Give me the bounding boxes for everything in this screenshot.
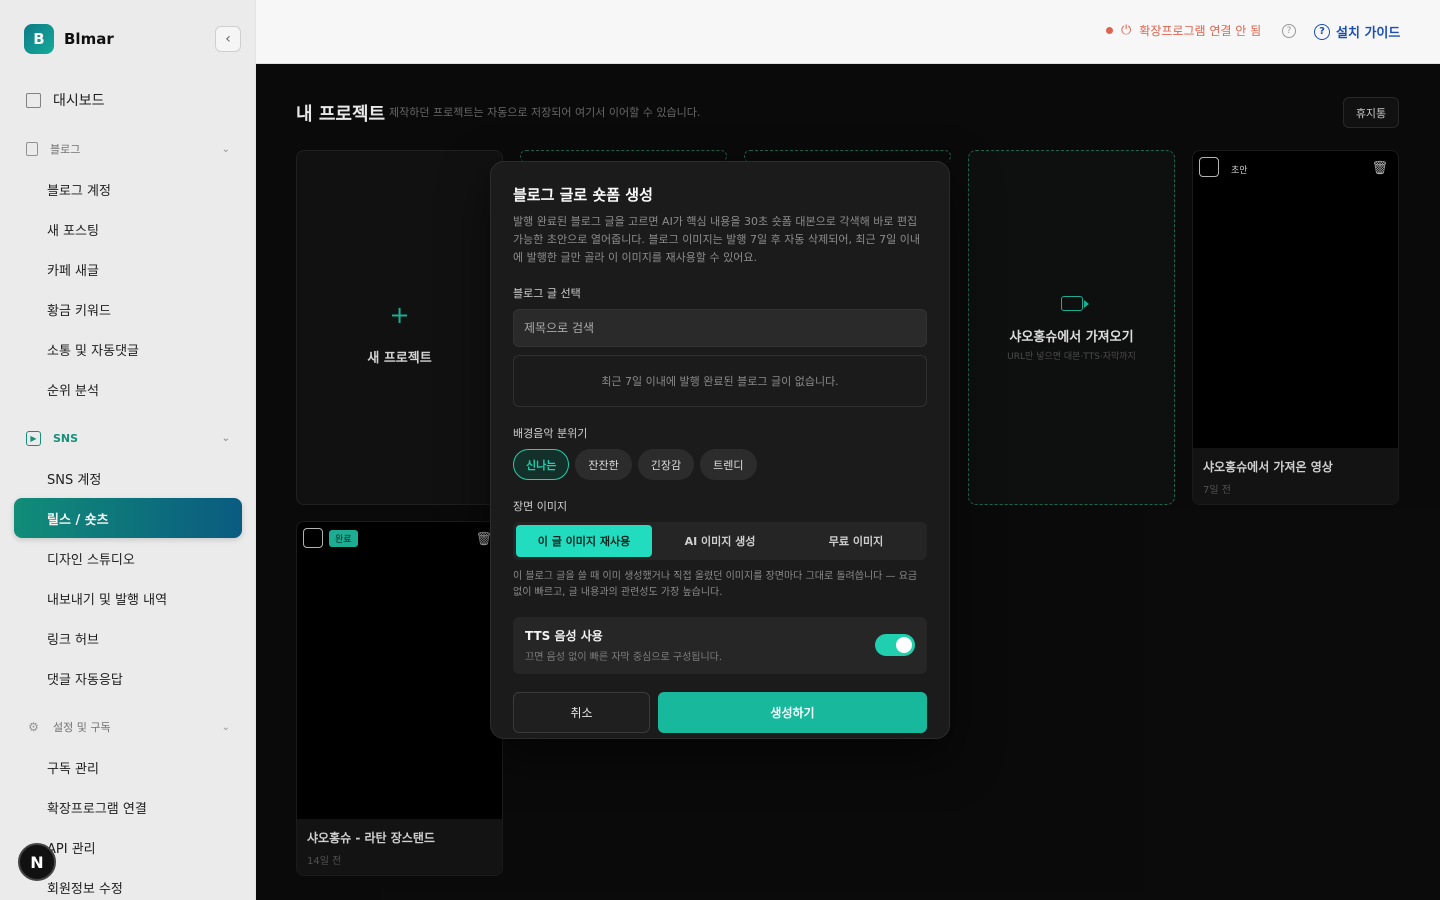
help-icon[interactable]: ?	[1282, 24, 1296, 38]
sidebar: B Blmar ‹ 대시보드 블로그 ⌄ 블로그 계정 새 포스팅 카페 새글 …	[0, 0, 256, 900]
scene-option-free[interactable]: 무료 이미지	[788, 525, 924, 557]
create-button[interactable]: 생성하기	[658, 692, 927, 733]
extension-status[interactable]: ⏻ 확장프로그램 연결 안 됨	[1106, 22, 1261, 39]
plug-icon: ⏻	[1121, 23, 1132, 38]
floating-n-badge[interactable]: N	[18, 843, 56, 881]
post-select-label: 블로그 글 선택	[513, 287, 581, 300]
mood-chip-tension[interactable]: 긴장감	[637, 449, 695, 480]
sidebar-dim-overlay	[0, 0, 255, 900]
modal-actions: 취소 생성하기	[513, 692, 927, 733]
mood-chip-trendy[interactable]: 트렌디	[700, 449, 757, 480]
tts-toggle[interactable]	[875, 634, 915, 656]
scene-option-description: 이 블로그 글을 쓸 때 이미 생성했거나 직접 올렸던 이미지를 장면마다 그…	[513, 571, 918, 598]
modal-title: 블로그 글로 숏폼 생성	[513, 186, 653, 204]
scene-image-label: 장면 이미지	[513, 500, 568, 513]
scene-option-ai[interactable]: AI 이미지 생성	[652, 525, 788, 557]
install-guide-button[interactable]: ? 설치 가이드	[1314, 22, 1400, 41]
mood-chip-group: 신나는 잔잔한 긴장감 트렌디	[513, 449, 927, 480]
question-icon: ?	[1314, 23, 1330, 40]
cancel-button[interactable]: 취소	[513, 692, 650, 733]
scene-image-segmented-control: 이 글 이미지 재사용 AI 이미지 생성 무료 이미지	[513, 522, 927, 560]
mood-chip-calm[interactable]: 잔잔한	[575, 449, 632, 480]
blog-to-shortform-modal: 블로그 글로 숏폼 생성 발행 완료된 블로그 글을 고르면 AI가 핵심 내용…	[490, 161, 950, 739]
tts-title: TTS 음성 사용	[525, 629, 603, 643]
install-guide-label: 설치 가이드	[1336, 26, 1401, 41]
scene-option-reuse[interactable]: 이 글 이미지 재사용	[516, 525, 652, 557]
tts-setting: TTS 음성 사용 끄면 음성 없이 빠른 자막 중심으로 구성됩니다.	[513, 617, 927, 674]
tts-subtitle: 끄면 음성 없이 빠른 자막 중심으로 구성됩니다.	[525, 652, 723, 663]
mood-chip-exciting[interactable]: 신나는	[513, 449, 570, 480]
mood-label: 배경음악 분위기	[513, 427, 588, 440]
status-dot	[1106, 27, 1113, 34]
modal-description: 발행 완료된 블로그 글을 고르면 AI가 핵심 내용을 30초 숏폼 대본으로…	[513, 215, 921, 264]
top-header: ⏻ 확장프로그램 연결 안 됨 ? ? 설치 가이드	[256, 0, 1440, 64]
search-input[interactable]	[513, 309, 927, 347]
empty-post-list: 최근 7일 이내에 발행 완료된 블로그 글이 없습니다.	[513, 355, 927, 407]
extension-status-label: 확장프로그램 연결 안 됨	[1139, 24, 1262, 38]
